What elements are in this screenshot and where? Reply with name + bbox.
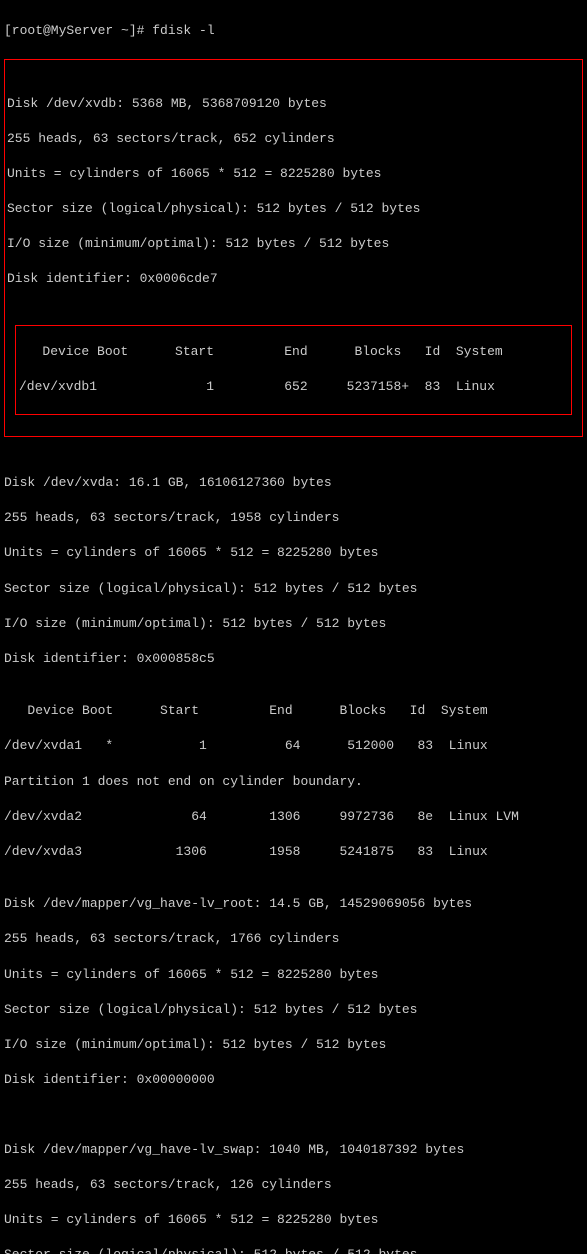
disk-identifier: Disk identifier: 0x000858c5: [4, 650, 583, 668]
partition-row: /dev/xvda2 64 1306 9972736 8e Linux LVM: [4, 808, 583, 826]
shell-prompt: [root@MyServer ~]# fdisk -l: [4, 22, 583, 40]
partition-table-header: Device Boot Start End Blocks Id System: [4, 702, 583, 720]
disk-units: Units = cylinders of 16065 * 512 = 82252…: [4, 966, 583, 984]
highlighted-disk-xvdb: Disk /dev/xvdb: 5368 MB, 5368709120 byte…: [4, 59, 583, 437]
partition-warning: Partition 1 does not end on cylinder bou…: [4, 773, 583, 791]
disk-geometry: 255 heads, 63 sectors/track, 1766 cylind…: [4, 930, 583, 948]
partition-row: /dev/xvda1 * 1 64 512000 83 Linux: [4, 737, 583, 755]
disk-units: Units = cylinders of 16065 * 512 = 82252…: [4, 544, 583, 562]
disk-identifier: Disk identifier: 0x00000000: [4, 1071, 583, 1089]
highlighted-partition-table: Device Boot Start End Blocks Id System /…: [15, 325, 572, 415]
disk-geometry: 255 heads, 63 sectors/track, 1958 cylind…: [4, 509, 583, 527]
disk-header: Disk /dev/xvda: 16.1 GB, 16106127360 byt…: [4, 474, 583, 492]
disk-io-size: I/O size (minimum/optimal): 512 bytes / …: [4, 1036, 583, 1054]
partition-table-header: Device Boot Start End Blocks Id System: [19, 343, 568, 361]
partition-row: /dev/xvdb1 1 652 5237158+ 83 Linux: [19, 378, 568, 396]
disk-geometry: 255 heads, 63 sectors/track, 652 cylinde…: [7, 130, 580, 148]
disk-units: Units = cylinders of 16065 * 512 = 82252…: [4, 1211, 583, 1229]
partition-row: /dev/xvda3 1306 1958 5241875 83 Linux: [4, 843, 583, 861]
disk-sector-size: Sector size (logical/physical): 512 byte…: [4, 580, 583, 598]
disk-sector-size: Sector size (logical/physical): 512 byte…: [4, 1246, 583, 1254]
disk-sector-size: Sector size (logical/physical): 512 byte…: [7, 200, 580, 218]
disk-header: Disk /dev/xvdb: 5368 MB, 5368709120 byte…: [7, 95, 580, 113]
disk-identifier: Disk identifier: 0x0006cde7: [7, 270, 580, 288]
disk-io-size: I/O size (minimum/optimal): 512 bytes / …: [7, 235, 580, 253]
disk-units: Units = cylinders of 16065 * 512 = 82252…: [7, 165, 580, 183]
disk-sector-size: Sector size (logical/physical): 512 byte…: [4, 1001, 583, 1019]
disk-header: Disk /dev/mapper/vg_have-lv_swap: 1040 M…: [4, 1141, 583, 1159]
disk-header: Disk /dev/mapper/vg_have-lv_root: 14.5 G…: [4, 895, 583, 913]
disk-geometry: 255 heads, 63 sectors/track, 126 cylinde…: [4, 1176, 583, 1194]
disk-io-size: I/O size (minimum/optimal): 512 bytes / …: [4, 615, 583, 633]
terminal-output: [root@MyServer ~]# fdisk -l Disk /dev/xv…: [4, 4, 583, 1254]
